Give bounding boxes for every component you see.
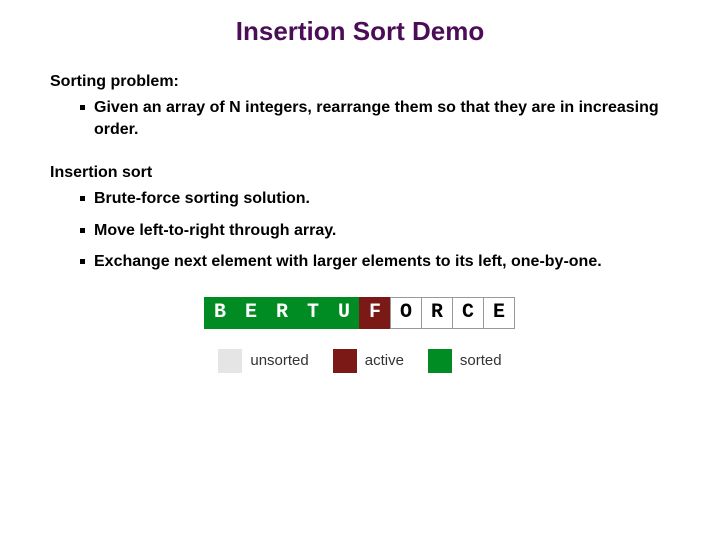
section-heading-insertion: Insertion sort [50,164,670,182]
slide-title: Insertion Sort Demo [50,16,670,47]
insertion-bullet: Exchange next element with larger elemen… [80,251,670,273]
array-cell: C [452,297,484,329]
array-cell: O [390,297,422,329]
insertion-bullet: Move left-to-right through array. [80,220,670,242]
array-cell: R [421,297,453,329]
insertion-list: Brute-force sorting solution. Move left-… [50,188,670,273]
section-heading-problem: Sorting problem: [50,73,670,91]
array-cell: E [235,297,267,329]
legend-label: unsorted [250,352,308,369]
legend: unsorted active sorted [50,349,670,373]
problem-list: Given an array of N integers, rearrange … [50,97,670,140]
array-cell: R [266,297,298,329]
array-visual: B E R T U F O R C E [50,297,670,329]
array-cell: U [328,297,360,329]
legend-item-unsorted: unsorted [218,349,308,373]
legend-label: sorted [460,352,502,369]
problem-bullet: Given an array of N integers, rearrange … [80,97,670,140]
swatch-sorted-icon [428,349,452,373]
array-cell: F [359,297,391,329]
insertion-bullet: Brute-force sorting solution. [80,188,670,210]
swatch-unsorted-icon [218,349,242,373]
swatch-active-icon [333,349,357,373]
array-cell: T [297,297,329,329]
legend-item-active: active [333,349,404,373]
array-cell: E [483,297,515,329]
slide: Insertion Sort Demo Sorting problem: Giv… [0,0,720,373]
legend-item-sorted: sorted [428,349,502,373]
array-cell: B [204,297,236,329]
legend-label: active [365,352,404,369]
